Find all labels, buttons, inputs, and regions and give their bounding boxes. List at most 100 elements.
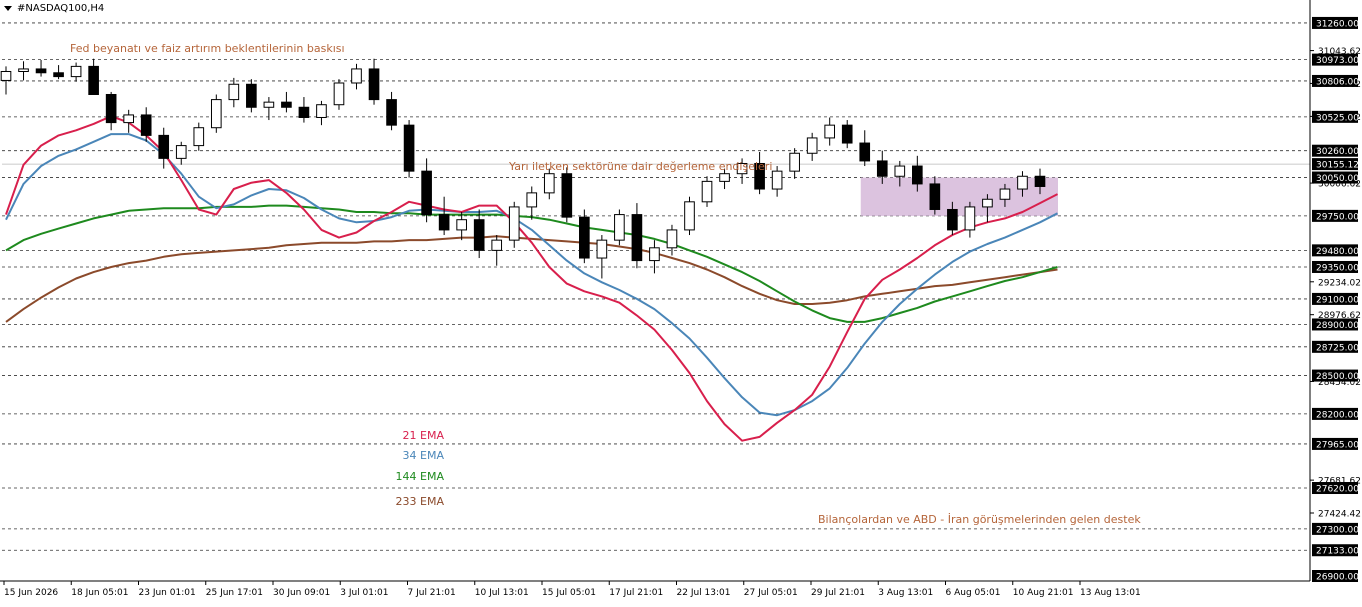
candle-body [403, 124, 415, 172]
time-tick-label: 3 Aug 13:01 [878, 588, 933, 598]
price-label-box: 27965.00 [1312, 437, 1359, 450]
price-box-label: 27965.00 [1316, 440, 1359, 450]
candle [561, 167, 573, 223]
consolidation-box [860, 177, 1058, 216]
time-tick-label: 7 Jul 21:01 [408, 588, 456, 598]
price-box-label: 28200.00 [1316, 410, 1359, 420]
candle-body [789, 152, 800, 172]
price-chart[interactable]: Fed beyanatı ve faiz artırım beklentiler… [0, 0, 1362, 603]
candle-body [1017, 175, 1028, 190]
candle [789, 148, 800, 179]
price-box-label: 29350.00 [1316, 263, 1359, 273]
candle [158, 127, 170, 169]
time-tick-label: 22 Jul 13:01 [677, 588, 731, 598]
time-tick-label: 3 Jul 01:01 [340, 588, 388, 598]
candle [70, 62, 82, 82]
annotation-text: Fed beyanatı ve faiz artırım beklentiler… [70, 42, 345, 55]
candle [35, 59, 47, 77]
candle-body [193, 127, 205, 147]
candle-body [614, 214, 625, 241]
time-tick-label: 29 Jul 21:01 [811, 588, 865, 598]
price-box-label: 28900.00 [1316, 321, 1359, 331]
candle-body [999, 188, 1011, 200]
price-box-label: 27133.00 [1316, 547, 1359, 557]
candle-body [210, 99, 222, 129]
candle-body [473, 219, 485, 251]
candle [105, 91, 117, 131]
candle-body [543, 173, 555, 194]
chart-canvas[interactable]: Fed beyanatı ve faiz artırım beklentiler… [0, 0, 1362, 603]
candle-body [351, 68, 362, 84]
candle [333, 79, 345, 110]
candle [228, 77, 240, 108]
price-box-label: 27300.00 [1316, 525, 1359, 535]
candle [579, 209, 590, 264]
candle [193, 122, 205, 151]
price-label-box: 26900.00 [1312, 570, 1359, 583]
candle [246, 79, 257, 113]
candle-body [894, 165, 906, 177]
candle [491, 235, 503, 266]
candle [964, 201, 976, 238]
price-label-box: 27133.00 [1312, 544, 1359, 557]
candle-body [561, 173, 573, 218]
horizontal-levels [2, 22, 1310, 551]
candle [351, 63, 362, 90]
candle-body [298, 106, 310, 118]
legend-entry: 21 EMA [403, 429, 445, 442]
candle [649, 240, 660, 274]
candle [824, 117, 836, 146]
time-tick-label: 25 Jun 17:01 [206, 588, 263, 598]
time-tick-label: 10 Aug 21:01 [1013, 588, 1074, 598]
candle [596, 235, 608, 279]
price-label-box: 28500.00 [1312, 369, 1359, 382]
candle [771, 166, 783, 197]
candle [666, 224, 678, 256]
price-label-box: 28200.00 [1312, 407, 1359, 420]
candle [508, 201, 520, 248]
candle-body [35, 68, 47, 74]
candle-body [982, 198, 993, 208]
price-label-box: 30806.00 [1312, 74, 1359, 87]
price-box-label: 30155.12 [1316, 161, 1359, 171]
candle [438, 196, 450, 236]
candle [316, 100, 327, 126]
candle [53, 65, 64, 80]
candle-body [281, 101, 292, 108]
candle-body [701, 180, 713, 203]
candle [841, 120, 853, 149]
candle-body [438, 214, 450, 231]
candle-body [631, 214, 643, 262]
candle [473, 209, 485, 259]
candle [0, 66, 12, 95]
candle-body [333, 82, 345, 106]
candle-body [1034, 175, 1046, 187]
ema-legend: 21 EMA 34 EMA 144 EMA 233 EMA [396, 429, 445, 508]
symbol-header[interactable]: #NASDAQ100,H4 [4, 3, 104, 14]
price-box-label: 30525.00 [1316, 113, 1359, 123]
price-box-label: 28500.00 [1316, 372, 1359, 382]
price-box-label: 29480.00 [1316, 247, 1359, 257]
candle [298, 97, 310, 123]
time-tick-label: 23 Jun 01:01 [139, 588, 196, 598]
candle [701, 176, 713, 207]
candle-body [579, 216, 590, 259]
candle [614, 209, 625, 246]
candle-body [491, 239, 503, 251]
candle-body [912, 165, 923, 185]
candle-body [263, 101, 275, 108]
candle [140, 107, 152, 142]
candle [684, 196, 695, 236]
price-box-label: 29750.00 [1316, 212, 1359, 222]
candle [210, 94, 222, 133]
candle [403, 120, 415, 178]
candle [859, 130, 871, 167]
candle-body [70, 65, 82, 78]
candle-body [158, 134, 170, 159]
ema-233-line [5, 235, 1058, 323]
candle-body [596, 239, 608, 259]
candle-body [316, 104, 327, 118]
candle-body [947, 208, 958, 231]
dropdown-triangle-icon[interactable] [4, 6, 12, 11]
candle [526, 186, 538, 220]
